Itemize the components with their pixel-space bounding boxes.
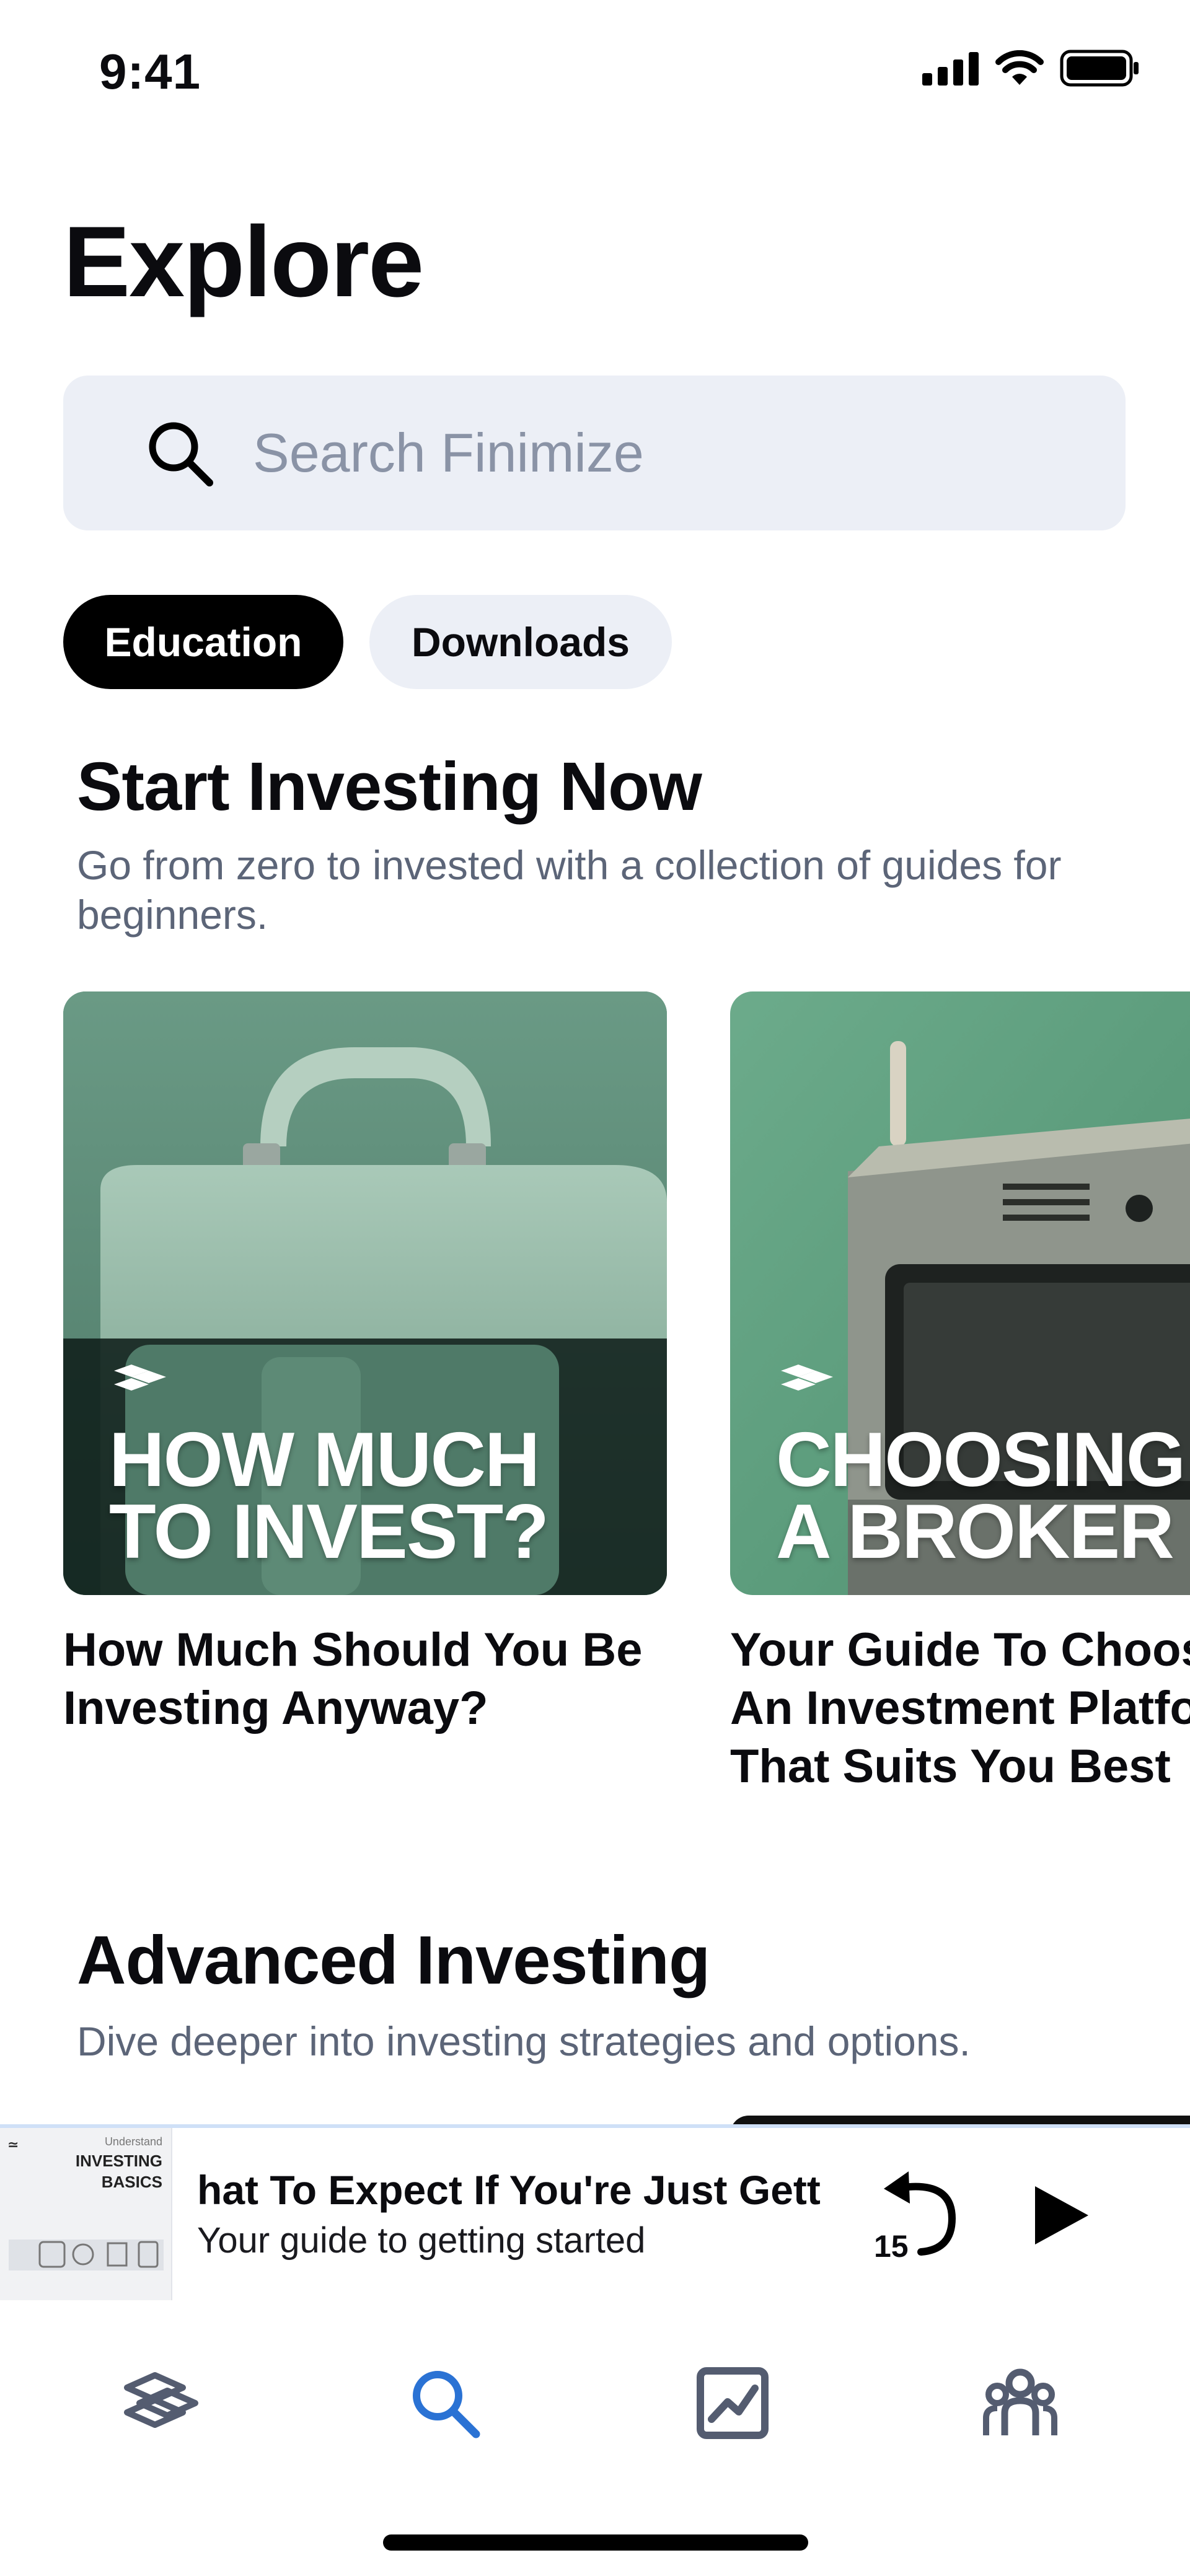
- finimize-logo-icon: [124, 2372, 198, 2428]
- section-title-start-investing: Start Investing Now: [77, 749, 702, 825]
- nav-item-portfolio[interactable]: [689, 2360, 776, 2446]
- mini-player[interactable]: [0, 2124, 1190, 2306]
- skip-back-button[interactable]: 15: [865, 2169, 964, 2264]
- guide-card-image-choosing-broker[interactable]: CHOOSING A BROKER: [730, 991, 1190, 1595]
- card-image-title: CHOOSING A BROKER: [776, 1417, 1186, 1575]
- guide-card-caption-how-much[interactable]: How Much Should You Be Investing Anyway?: [63, 1621, 683, 1738]
- search-icon: [413, 2371, 480, 2438]
- section-subtitle-start-investing: Go from zero to invested with a collecti…: [77, 842, 1062, 938]
- player-episode-title[interactable]: hat To Expect If You're Just Getting Sta…: [197, 2166, 823, 2213]
- chart-icon: [697, 2367, 769, 2439]
- community-icon: [983, 2368, 1057, 2435]
- battery-icon: [1060, 50, 1139, 87]
- play-icon: [1035, 2186, 1088, 2244]
- card-image-title: HOW MUCH TO INVEST?: [109, 1417, 549, 1575]
- guide-card-caption-choosing-broker[interactable]: Your Guide To Choosing An Investment Pla…: [730, 1621, 1190, 1796]
- finimize-logo-icon: [781, 1365, 833, 1391]
- tab-education[interactable]: Education: [63, 595, 343, 689]
- section-subtitle-advanced-investing: Dive deeper into investing strategies an…: [77, 2018, 971, 2064]
- nav-item-community[interactable]: [977, 2360, 1064, 2446]
- guide-card-image-how-much[interactable]: HOW MUCH TO INVEST?: [63, 991, 667, 1595]
- cellular-signal-icon: [922, 52, 979, 86]
- wifi-icon: [995, 50, 1044, 85]
- page-title: Explore: [63, 206, 424, 318]
- status-icons: [922, 50, 1140, 87]
- section-title-advanced-investing: Advanced Investing: [77, 1922, 710, 1998]
- nav-item-explore[interactable]: [402, 2360, 488, 2446]
- search-bar[interactable]: [63, 376, 1126, 530]
- home-indicator: [383, 2534, 808, 2551]
- player-art-icons: [9, 2240, 164, 2270]
- search-input[interactable]: [252, 421, 1060, 485]
- nav-item-home[interactable]: [118, 2360, 205, 2446]
- tab-downloads[interactable]: Downloads: [369, 595, 672, 689]
- player-episode-subtitle: Your guide to getting started: [197, 2220, 646, 2261]
- status-time: 9:41: [99, 44, 201, 99]
- finimize-logo-icon: [114, 1365, 166, 1391]
- search-icon: [149, 422, 213, 486]
- play-button[interactable]: [1026, 2181, 1095, 2249]
- player-artwork: ≃ Understand INVESTING BASICS: [0, 2128, 172, 2300]
